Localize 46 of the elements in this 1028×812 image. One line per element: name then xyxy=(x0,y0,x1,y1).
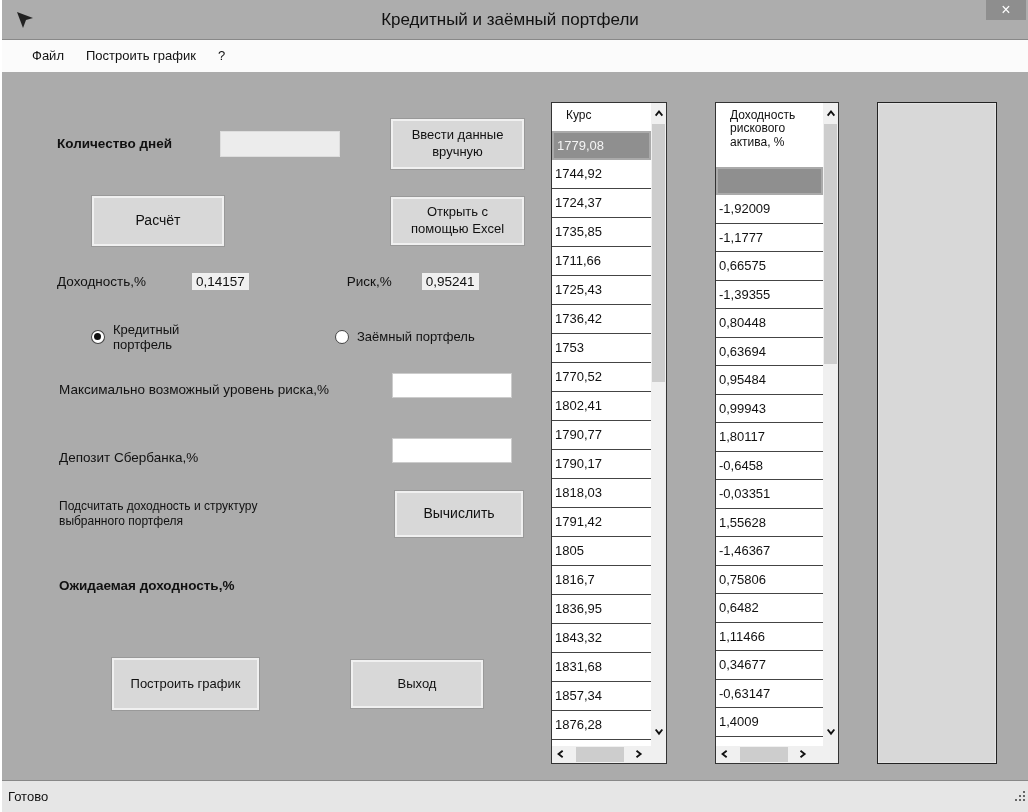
list-box[interactable]: Доходность рискового актива, % -1,92009 -1,1777 0,66575 -1,39355 0,80448 0,63694 0,95484 0,99943 1,80117 -0,6458 -0,03351 1,55628 -1,46367 0,75806 0,6482 1,11466 0,34677 -0,63147 1,4009 xyxy=(715,101,839,764)
menu-item[interactable]: Построить график xyxy=(85,48,196,64)
compute-label: Подсчитать доходность и структуру выбранного портфеля xyxy=(59,499,259,528)
max-risk-label: Максимально возможный уровень риска,% xyxy=(59,381,330,398)
resize-grip-icon[interactable] xyxy=(1015,791,1025,802)
chart-button[interactable]: Построить график xyxy=(112,657,259,710)
manual-entry-button[interactable]: Ввести данные вручную xyxy=(391,118,524,169)
status-text: Готово xyxy=(8,788,49,804)
expected-return-label: Ожидаемая доходность,% xyxy=(59,578,235,594)
return-label: Доходность,% xyxy=(57,274,148,290)
scroll-down-icon[interactable] xyxy=(653,726,664,737)
deposit-label: Депозит Сбербанка,% xyxy=(59,449,200,466)
risk-value: 0,95241 xyxy=(421,273,479,291)
scroll-up-icon[interactable] xyxy=(653,108,664,119)
days-field[interactable] xyxy=(220,130,340,157)
list-item[interactable] xyxy=(716,166,823,196)
compute-button[interactable]: Вычислить xyxy=(395,490,523,537)
days-label: Количество дней xyxy=(57,136,173,152)
cursor-icon xyxy=(16,10,34,29)
risk-label: Риск,% xyxy=(346,274,393,290)
exit-button[interactable]: Выход xyxy=(351,659,483,708)
vertical-scrollbar[interactable] xyxy=(823,102,838,746)
scroll-up-icon[interactable] xyxy=(825,108,836,119)
window-title: Кредитный и заёмный портфели xyxy=(380,9,640,30)
horizontal-scrollbar[interactable] xyxy=(552,745,666,763)
radio-button[interactable] xyxy=(91,329,105,344)
radio-label[interactable]: Кредитный портфель xyxy=(112,321,241,352)
scroll-down-icon[interactable] xyxy=(825,726,836,737)
calculate-button[interactable]: Расчёт xyxy=(92,195,224,246)
menu-item[interactable]: ? xyxy=(217,48,226,64)
menu-item[interactable]: Файл xyxy=(32,48,64,64)
max-risk-field[interactable] xyxy=(392,373,512,399)
return-value: 0,14157 xyxy=(192,273,249,291)
horizontal-scrollbar[interactable] xyxy=(716,745,838,763)
list-box[interactable]: Курс 1779,08 1744,92 1724,37 1735,85 1711,66 1725,43 1736,42 1753 1770,52 1802,41 1790,77 1790,17 1818,03 1791,42 1805 1816,7 1836,95 1843,32 1831,68 1857,34 1876,28 xyxy=(551,101,667,764)
column-header: Доходность рискового актива, % xyxy=(729,106,797,152)
column-header: Курс xyxy=(565,106,593,124)
scroll-right-icon[interactable] xyxy=(798,749,808,760)
scroll-right-icon[interactable] xyxy=(634,749,644,760)
radio-button[interactable] xyxy=(335,329,349,344)
vertical-scrollbar[interactable] xyxy=(651,102,666,746)
deposit-field[interactable] xyxy=(392,438,512,464)
scroll-left-icon[interactable] xyxy=(720,749,730,760)
radio-label[interactable]: Заёмный портфель xyxy=(357,329,475,345)
excel-button[interactable]: Открыть с помощью Excel xyxy=(391,196,524,245)
scroll-left-icon[interactable] xyxy=(556,749,566,760)
